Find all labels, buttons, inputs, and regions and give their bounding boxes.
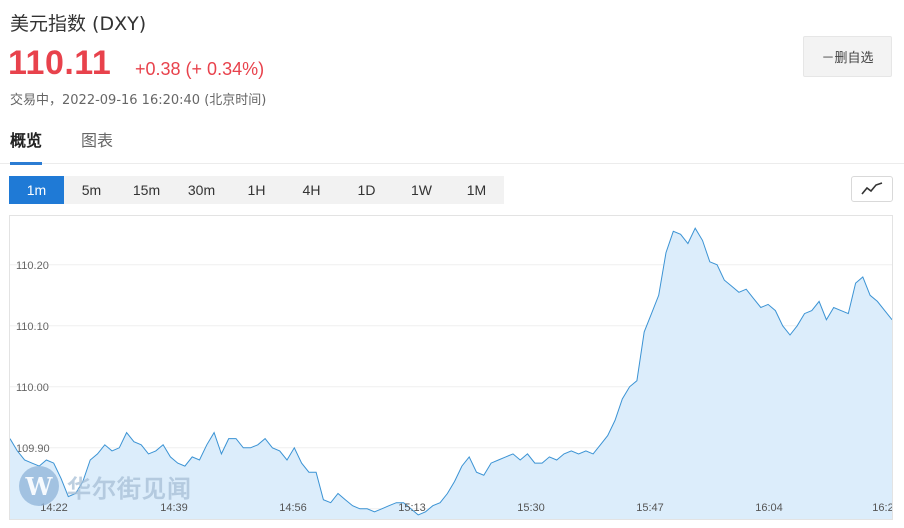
interval-30m[interactable]: 30m (174, 176, 229, 204)
interval-15m[interactable]: 15m (119, 176, 174, 204)
y-tick-label: 110.00 (16, 382, 49, 394)
interval-1w[interactable]: 1W (394, 176, 449, 204)
x-tick-label: 16:2 (872, 502, 893, 514)
tab-bar: 概览 图表 (0, 126, 904, 165)
tab-overview[interactable]: 概览 (10, 126, 43, 165)
y-tick-label: 110.10 (16, 321, 49, 333)
interval-1h[interactable]: 1H (229, 176, 284, 204)
line-chart-icon (861, 182, 883, 195)
remove-watchlist-button[interactable]: －删自选 (803, 36, 892, 77)
interval-4h[interactable]: 4H (284, 176, 339, 204)
chart-type-button[interactable] (851, 176, 893, 202)
interval-1mo[interactable]: 1M (449, 176, 504, 204)
x-tick-label: 15:13 (398, 502, 426, 514)
x-tick-label: 15:47 (636, 502, 664, 514)
x-tick-label: 15:30 (517, 502, 545, 514)
instrument-title: 美元指数 (DXY) (10, 13, 147, 35)
trading-status: 交易中，2022-09-16 16:20:40 (北京时间) (10, 93, 267, 108)
interval-selector: 1m 5m 15m 30m 1H 4H 1D 1W 1M (9, 176, 504, 204)
last-price: 110.11 (8, 44, 112, 82)
tab-chart[interactable]: 图表 (81, 126, 113, 164)
interval-5m[interactable]: 5m (64, 176, 119, 204)
watermark-logo: W (19, 466, 59, 506)
watermark: W 华尔街见闻 (19, 466, 192, 506)
x-tick-label: 16:04 (755, 502, 783, 514)
interval-1m[interactable]: 1m (9, 176, 64, 204)
interval-1d[interactable]: 1D (339, 176, 394, 204)
x-tick-label: 14:56 (279, 502, 307, 514)
y-tick-label: 109.90 (16, 443, 50, 455)
y-tick-label: 110.20 (16, 260, 49, 272)
watermark-text: 华尔街见闻 (67, 474, 192, 503)
price-change: +0.38 (+ 0.34%) (135, 59, 265, 79)
